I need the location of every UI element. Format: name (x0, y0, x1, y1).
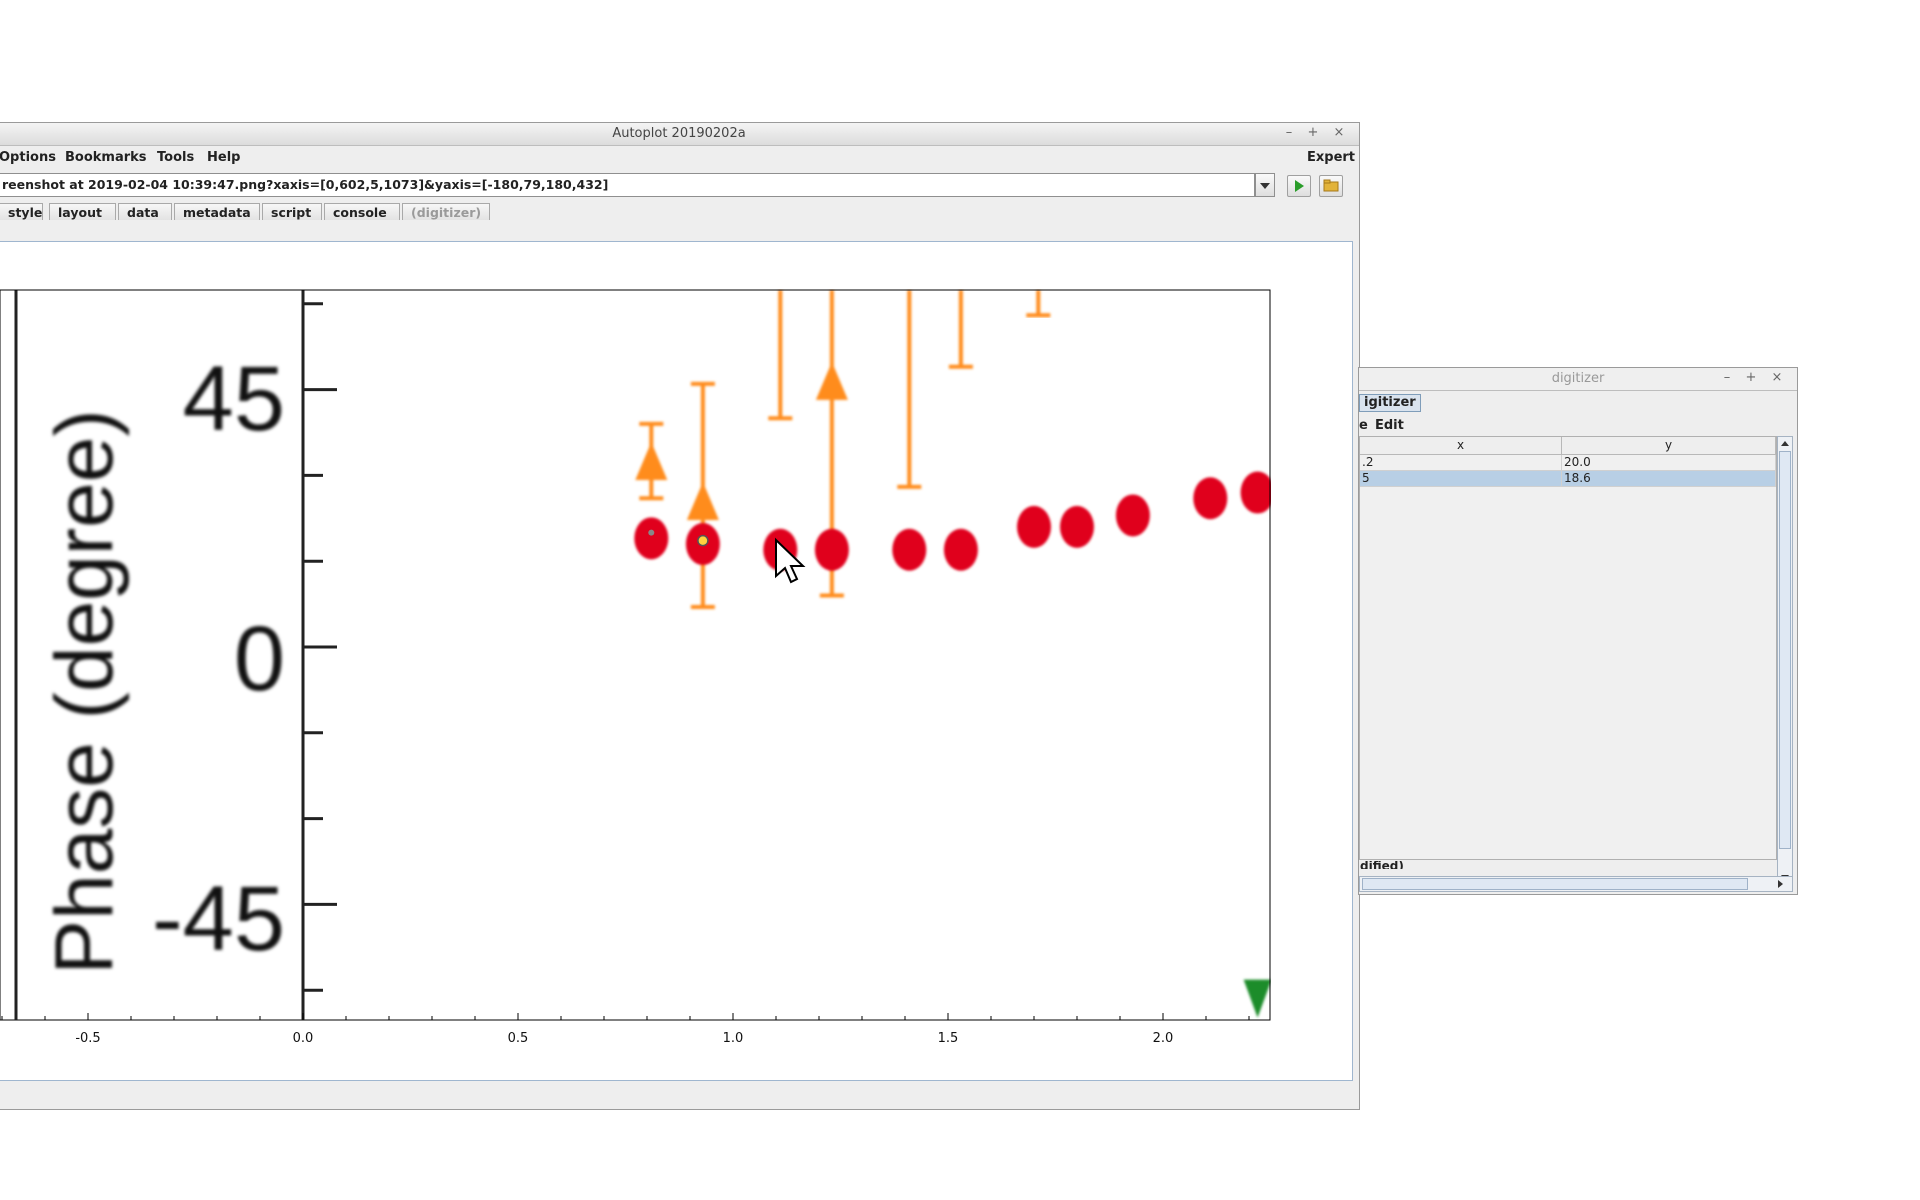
scroll-thumb[interactable] (1779, 451, 1791, 849)
vertical-scrollbar[interactable] (1777, 436, 1793, 890)
cell-x[interactable]: .2 (1360, 455, 1562, 471)
digitizer-maximize-icon[interactable]: + (1743, 370, 1759, 385)
digitizer-menu-file[interactable]: e (1359, 418, 1368, 433)
cell-y[interactable]: 20.0 (1562, 455, 1776, 471)
digitizer-window: digitizer – + × igitizer e Edit x y .2 2… (1358, 367, 1798, 895)
menubar: Options Bookmarks Tools Help Expert (0, 147, 1359, 167)
play-icon[interactable] (1287, 175, 1311, 197)
digitizer-menu-edit[interactable]: Edit (1375, 418, 1404, 433)
digitizer-tab[interactable]: igitizer (1359, 394, 1421, 412)
minimize-icon[interactable]: – (1281, 125, 1297, 140)
plot-canvas-panel[interactable] (0, 241, 1353, 1081)
digitizer-titlebar[interactable]: digitizer – + × (1359, 368, 1797, 391)
chevron-down-icon[interactable] (1255, 173, 1275, 197)
tab-metadata[interactable]: metadata (174, 203, 260, 220)
cell-y[interactable]: 18.6 (1562, 471, 1776, 487)
hscroll-thumb[interactable] (1362, 878, 1748, 890)
main-titlebar[interactable]: Autoplot 20190202a – + × (0, 123, 1359, 146)
digitizer-table[interactable]: x y .2 20.0 5 18.6 dified) (1359, 436, 1777, 869)
close-icon[interactable]: × (1331, 125, 1347, 140)
url-text: reenshot at 2019-02-04 10:39:47.png?xaxi… (2, 177, 609, 192)
cell-x[interactable]: 5 (1360, 471, 1562, 487)
menu-help[interactable]: Help (207, 150, 240, 165)
horizontal-scrollbar[interactable] (1359, 876, 1793, 892)
tab-layout[interactable]: layout (49, 203, 116, 220)
digitizer-minimize-icon[interactable]: – (1719, 370, 1735, 385)
autoplot-window: Autoplot 20190202a – + × Options Bookmar… (0, 122, 1360, 1110)
column-header-x[interactable]: x (1360, 437, 1562, 455)
folder-icon[interactable] (1319, 175, 1343, 197)
tab-script[interactable]: script (262, 203, 322, 220)
tab-data[interactable]: data (118, 203, 172, 220)
tab-console[interactable]: console (324, 203, 400, 220)
scroll-right-icon[interactable] (1778, 880, 1783, 888)
scroll-up-icon[interactable] (1781, 441, 1789, 446)
expert-menu[interactable]: Expert (1307, 150, 1355, 165)
status-bar (0, 1085, 1357, 1107)
digitizer-close-icon[interactable]: × (1769, 370, 1785, 385)
status-label: dified) (1360, 861, 1404, 869)
menu-options[interactable]: Options (0, 150, 56, 165)
menu-tools[interactable]: Tools (157, 150, 194, 165)
column-header-y[interactable]: y (1562, 437, 1776, 455)
tab-style[interactable]: style (0, 203, 43, 220)
menu-bookmarks[interactable]: Bookmarks (65, 150, 147, 165)
maximize-icon[interactable]: + (1305, 125, 1321, 140)
tab-digitizer[interactable]: (digitizer) (402, 203, 490, 220)
url-input[interactable]: reenshot at 2019-02-04 10:39:47.png?xaxi… (0, 173, 1255, 197)
window-title: Autoplot 20190202a (612, 126, 746, 141)
